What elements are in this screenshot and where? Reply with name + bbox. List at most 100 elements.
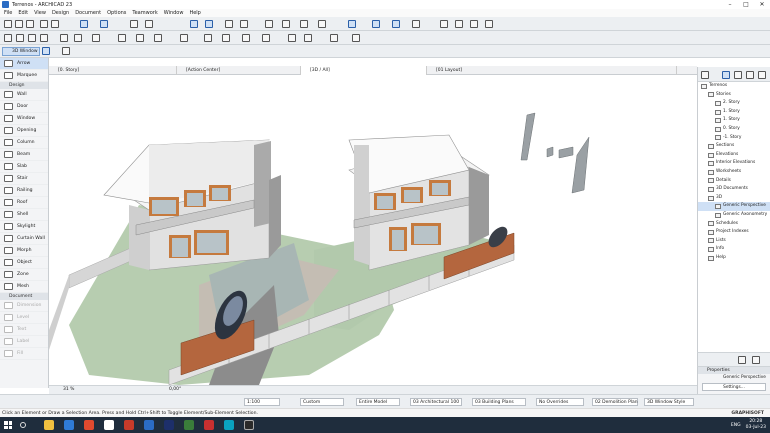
view-map-icon[interactable] [722, 71, 730, 79]
nav-item[interactable]: 2. Story [698, 99, 770, 108]
lock-icon[interactable] [92, 34, 100, 42]
intersect-icon[interactable] [282, 20, 290, 28]
tool-door[interactable]: Door [0, 101, 48, 113]
tool-curtain-wall[interactable]: Curtain Wall [0, 233, 48, 245]
angle-label[interactable]: 0,00° [169, 386, 181, 394]
tool-railing[interactable]: Railing [0, 185, 48, 197]
open-file-icon[interactable] [15, 20, 23, 28]
window-layout-icon[interactable] [392, 20, 400, 28]
trace-icon[interactable] [190, 20, 198, 28]
save-icon[interactable] [26, 20, 34, 28]
layout-book-icon[interactable] [734, 71, 742, 79]
delete-view-icon[interactable] [752, 356, 760, 364]
select-icon[interactable] [4, 34, 12, 42]
tab-story-plan[interactable]: [0. Story] [49, 66, 177, 75]
tool-label[interactable]: Label [0, 336, 48, 348]
close-button[interactable]: ✕ [754, 0, 770, 9]
tool-level[interactable]: Level [0, 312, 48, 324]
menu-file[interactable]: File [4, 9, 12, 17]
align-icon[interactable] [118, 34, 126, 42]
distribute-icon[interactable] [136, 34, 144, 42]
edge-icon[interactable] [64, 420, 74, 430]
nav-item[interactable]: Stories [698, 91, 770, 100]
tab-3d-all[interactable]: [3D / All] [301, 66, 427, 75]
nav-item[interactable]: Lists [698, 237, 770, 246]
send-back-icon[interactable] [222, 34, 230, 42]
tab-action-center[interactable]: [Action Center] [177, 66, 301, 75]
layer-combination-select[interactable]: 03 Architectural 100 [410, 398, 462, 406]
nav-item[interactable]: Schedules [698, 220, 770, 229]
3d-view-icon[interactable] [372, 20, 380, 28]
building-plans-select[interactable]: 03 Building Plans [472, 398, 526, 406]
terminal-icon[interactable] [244, 420, 254, 430]
teamwork-icon[interactable] [330, 34, 338, 42]
stretch-icon[interactable] [154, 34, 162, 42]
language-indicator[interactable]: ENG [731, 423, 741, 428]
camera-icon[interactable] [288, 34, 296, 42]
resize-icon[interactable] [180, 34, 188, 42]
windows-start-icon[interactable] [4, 421, 12, 429]
minimize-button[interactable]: – [722, 0, 738, 9]
tool-column[interactable]: Column [0, 137, 48, 149]
elevate-icon[interactable] [242, 34, 250, 42]
file-explorer-icon[interactable] [44, 420, 54, 430]
nav-item[interactable]: Project Indexes [698, 228, 770, 237]
settings-button[interactable]: Settings... [702, 383, 766, 391]
magic-wand-icon[interactable] [130, 20, 138, 28]
dimension-toolbar-icon[interactable] [412, 20, 420, 28]
redo-icon[interactable] [51, 20, 59, 28]
tool-slab[interactable]: Slab [0, 161, 48, 173]
undo-icon[interactable] [40, 20, 48, 28]
tool-mesh[interactable]: Mesh [0, 281, 48, 293]
layer-combo-icon[interactable] [205, 20, 213, 28]
office-icon[interactable] [124, 420, 134, 430]
move-icon[interactable] [16, 34, 24, 42]
nav-item[interactable]: Generic Perspective [698, 202, 770, 211]
3d-viewport[interactable] [49, 75, 697, 385]
nav-item[interactable]: Details [698, 177, 770, 186]
menu-document[interactable]: Document [75, 9, 101, 17]
nav-item[interactable]: 1. Story [698, 116, 770, 125]
tool-opening[interactable]: Opening [0, 125, 48, 137]
clock[interactable]: 20:28 03-Jul-23 [746, 419, 766, 431]
ungroup-icon[interactable] [74, 34, 82, 42]
snap-guide-icon[interactable] [80, 20, 88, 28]
maximize-button[interactable]: □ [738, 0, 754, 9]
tool-morph[interactable]: Morph [0, 245, 48, 257]
rotate-icon[interactable] [28, 34, 36, 42]
publisher-sets-icon[interactable] [746, 71, 754, 79]
adjust-icon[interactable] [265, 20, 273, 28]
menu-edit[interactable]: Edit [18, 9, 28, 17]
zoom-out-icon[interactable] [455, 20, 463, 28]
group-icon[interactable] [60, 34, 68, 42]
nav-item[interactable]: 3D Documents [698, 185, 770, 194]
nav-item[interactable]: 0. Story [698, 125, 770, 134]
tool-zone[interactable]: Zone [0, 269, 48, 281]
tool-beam[interactable]: Beam [0, 149, 48, 161]
app-icon[interactable] [224, 420, 234, 430]
tool-skylight[interactable]: Skylight [0, 221, 48, 233]
info-box-icon[interactable] [42, 47, 50, 55]
menu-options[interactable]: Options [107, 9, 126, 17]
nav-item[interactable]: Sections [698, 142, 770, 151]
tool-text[interactable]: Text [0, 324, 48, 336]
3d-window-selector[interactable]: 3D Window [2, 47, 40, 56]
nav-item[interactable]: Worksheets [698, 168, 770, 177]
tool-fill[interactable]: Fill [0, 348, 48, 360]
nav-item[interactable]: Help [698, 254, 770, 263]
offset-icon[interactable] [318, 20, 326, 28]
split-icon[interactable] [240, 20, 248, 28]
zoom-label[interactable]: 31 % [63, 386, 74, 394]
menu-help[interactable]: Help [189, 9, 200, 17]
pen-set-select[interactable]: Custom [300, 398, 344, 406]
search-icon[interactable] [20, 422, 26, 428]
nav-item[interactable]: Interior Elevations [698, 159, 770, 168]
tool-window[interactable]: Window [0, 113, 48, 125]
menu-window[interactable]: Window [164, 9, 184, 17]
new-file-icon[interactable] [4, 20, 12, 28]
mirror-icon[interactable] [40, 34, 48, 42]
section-marker-icon[interactable] [304, 34, 312, 42]
tool-object[interactable]: Object [0, 257, 48, 269]
model-view-select[interactable]: Entire Model [356, 398, 400, 406]
fit-in-window-icon[interactable] [470, 20, 478, 28]
